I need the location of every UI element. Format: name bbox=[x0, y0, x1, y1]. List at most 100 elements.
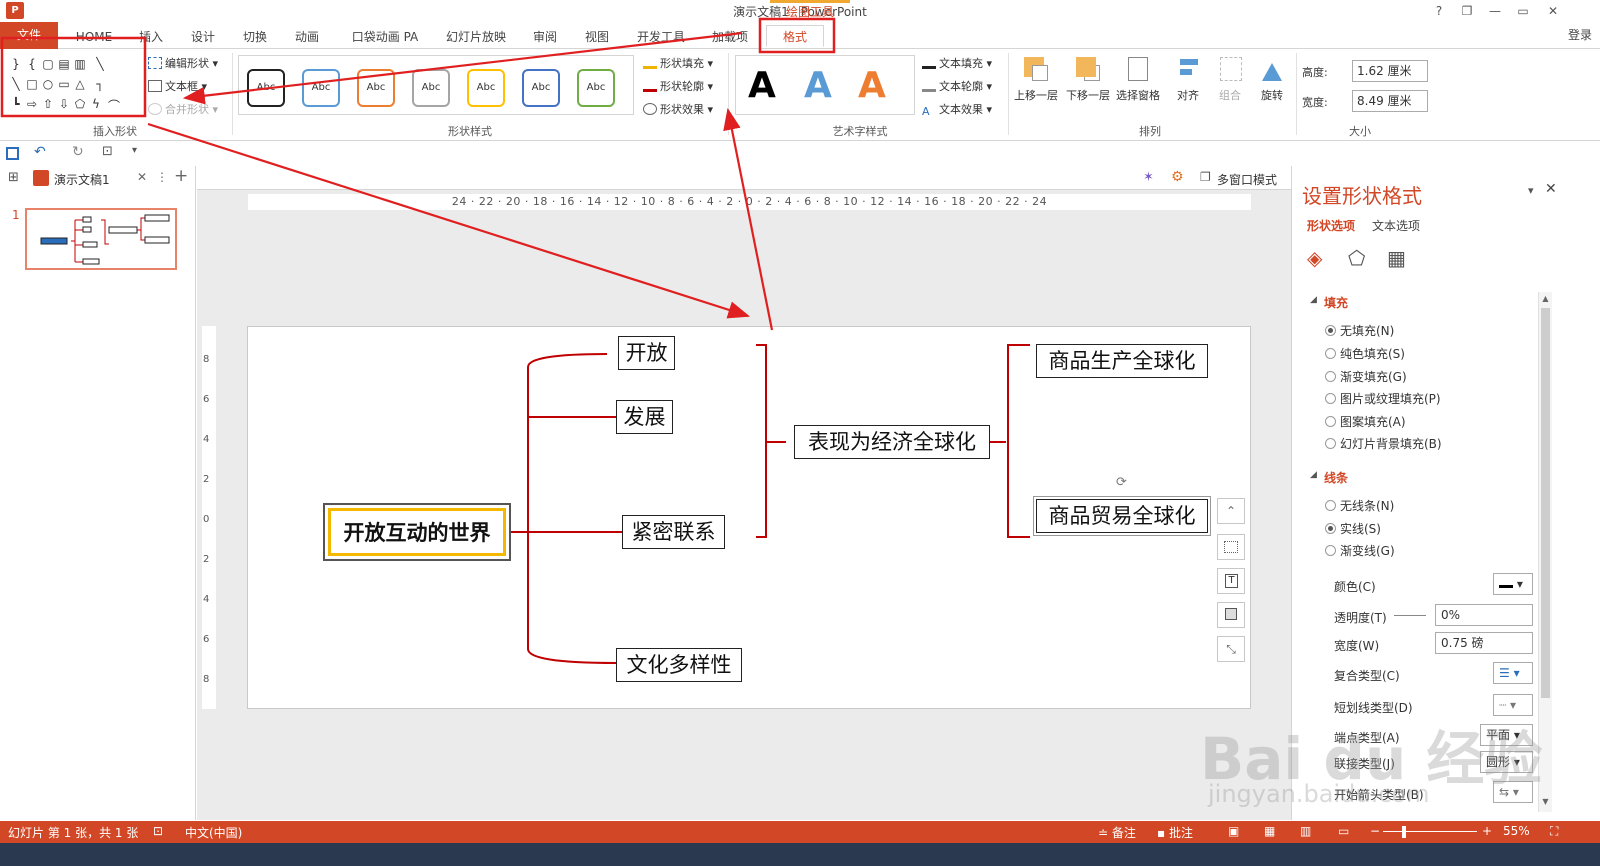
connector-shape-icon[interactable]: ┗ bbox=[8, 97, 24, 111]
line-solid-radio[interactable]: 实线(S) bbox=[1325, 520, 1381, 537]
zoom-slider[interactable] bbox=[1383, 831, 1477, 832]
fill-line-icon[interactable]: ◈ bbox=[1307, 246, 1322, 270]
shape-outline-button[interactable]: 形状轮廓 ▾ bbox=[643, 78, 713, 94]
zoom-out-icon[interactable]: − bbox=[1370, 824, 1380, 838]
redo-icon[interactable]: ↻ bbox=[72, 144, 84, 160]
pane-options-icon[interactable]: ▾ bbox=[1528, 184, 1534, 197]
bracket-shape-icon[interactable]: { bbox=[24, 57, 40, 71]
file-icon[interactable]: ⊞ bbox=[8, 170, 19, 185]
slide-sorter-icon[interactable]: ▦ bbox=[1264, 824, 1275, 838]
tab-insert[interactable]: 插入 bbox=[130, 26, 172, 48]
style-sample-darkblue[interactable]: Abc bbox=[522, 69, 560, 107]
leaf-node-trade-selected[interactable]: 商品贸易全球化 bbox=[1033, 496, 1211, 536]
tab-design[interactable]: 设计 bbox=[182, 26, 224, 48]
tab-shape-options[interactable]: 形状选项 bbox=[1307, 217, 1355, 234]
language-label[interactable]: 中文(中国) bbox=[185, 824, 242, 841]
fit-slide-icon[interactable]: ⛶ bbox=[1550, 824, 1558, 839]
arrow-right-shape-icon[interactable]: ⇨ bbox=[24, 97, 40, 111]
pentagon-shape-icon[interactable]: ⬠ bbox=[72, 97, 88, 111]
spellcheck-icon[interactable]: ⊡ bbox=[153, 824, 163, 838]
text-box-button[interactable]: 文本框 ▾ bbox=[148, 78, 207, 94]
size-properties-icon[interactable]: ▦ bbox=[1387, 246, 1406, 270]
width-input[interactable]: 8.49 厘米 bbox=[1352, 90, 1428, 112]
style-sample-blue[interactable]: Abc bbox=[302, 69, 340, 107]
line-none-radio[interactable]: 无线条(N) bbox=[1325, 497, 1394, 514]
arrow-down-shape-icon[interactable]: ⇩ bbox=[56, 97, 72, 111]
branch-node-diversity[interactable]: 文化多样性 bbox=[616, 648, 742, 682]
freeform-shape-icon[interactable]: ϟ bbox=[88, 97, 104, 111]
undo-icon[interactable]: ↶ bbox=[34, 144, 46, 160]
tab-developer[interactable]: 开发工具 bbox=[630, 26, 692, 48]
tab-format[interactable]: 格式 bbox=[766, 25, 824, 47]
leaf-node-production[interactable]: 商品生产全球化 bbox=[1036, 344, 1208, 378]
scroll-up-icon[interactable]: ▲ bbox=[1540, 294, 1551, 304]
rectangle-shape-icon[interactable]: □ bbox=[24, 77, 40, 91]
fill-none-radio[interactable]: 无填充(N) bbox=[1325, 322, 1394, 339]
textbox-shape-icon[interactable]: ▤ bbox=[56, 57, 72, 71]
rotate-button[interactable]: 旋转 bbox=[1248, 55, 1296, 103]
line-collapse-icon[interactable]: ◢ bbox=[1310, 470, 1317, 480]
text-outline-button[interactable]: 文本轮廓 ▾ bbox=[922, 78, 992, 94]
elbow-shape-icon[interactable]: ┐ bbox=[92, 77, 108, 91]
reading-view-icon[interactable]: ▥ bbox=[1300, 824, 1311, 838]
send-backward-button[interactable]: 下移一层 bbox=[1064, 55, 1112, 103]
tab-slideshow[interactable]: 幻灯片放映 bbox=[438, 26, 514, 48]
align-button[interactable]: 对齐 bbox=[1164, 55, 1212, 103]
edit-shape-button[interactable]: 编辑形状 ▾ bbox=[148, 55, 218, 71]
vtextbox-shape-icon[interactable]: ▥ bbox=[72, 57, 88, 71]
comments-button[interactable]: ▪ 批注 bbox=[1157, 824, 1193, 841]
height-input[interactable]: 1.62 厘米 bbox=[1352, 60, 1428, 82]
shape-fill-button[interactable]: 形状填充 ▾ bbox=[643, 55, 713, 71]
rotate-handle-icon[interactable]: ⟳ bbox=[1116, 475, 1127, 490]
slideshow-start-icon[interactable]: ⊡ bbox=[102, 144, 113, 159]
shape-arrange-icon[interactable] bbox=[1217, 602, 1245, 628]
line-section-title[interactable]: 线条 bbox=[1324, 469, 1348, 486]
help-icon[interactable]: ? bbox=[1428, 2, 1450, 20]
shape-effects-button[interactable]: 形状效果 ▾ bbox=[643, 101, 713, 117]
layout-options-icon[interactable] bbox=[1217, 534, 1245, 560]
tab-view[interactable]: 视图 bbox=[576, 26, 618, 48]
style-sample-black[interactable]: Abc bbox=[247, 69, 285, 107]
middle-node[interactable]: 表现为经济全球化 bbox=[794, 425, 990, 459]
save-icon[interactable] bbox=[6, 147, 19, 160]
fill-slide-bg-radio[interactable]: 幻灯片背景填充(B) bbox=[1325, 435, 1442, 452]
line-color-picker[interactable]: ▾ bbox=[1493, 573, 1533, 595]
customize-qat-icon[interactable]: ▾ bbox=[132, 145, 137, 156]
fill-collapse-icon[interactable]: ◢ bbox=[1310, 295, 1317, 305]
slide-canvas[interactable]: 开放互动的世界 开放 发展 紧密联系 文化多样性 表现为经济全球化 商品生产全球… bbox=[247, 326, 1251, 709]
brace-shape-icon[interactable]: } bbox=[8, 57, 24, 71]
scroll-thumb[interactable] bbox=[1541, 308, 1550, 698]
tab-transitions[interactable]: 切换 bbox=[234, 26, 276, 48]
tab-file[interactable]: 文件 bbox=[0, 22, 58, 49]
zoom-level[interactable]: 55% bbox=[1503, 824, 1530, 838]
root-node[interactable]: 开放互动的世界 bbox=[323, 503, 511, 561]
slideshow-view-icon[interactable]: ▭ bbox=[1338, 824, 1349, 838]
style-sample-green[interactable]: Abc bbox=[577, 69, 615, 107]
rect-shape-icon[interactable]: ▢ bbox=[40, 57, 56, 71]
compound-type-dropdown[interactable]: ☰ ▾ bbox=[1493, 662, 1533, 684]
branch-node-connection[interactable]: 紧密联系 bbox=[622, 515, 725, 549]
wordart-orange[interactable]: A bbox=[858, 66, 886, 106]
fill-pattern-radio[interactable]: 图案填充(A) bbox=[1325, 413, 1406, 430]
wordart-black[interactable]: A bbox=[748, 66, 776, 106]
zoom-slider-thumb[interactable] bbox=[1402, 826, 1406, 838]
shape-gallery[interactable]: } { ▢ ▤ ▥ ╲ ╲ □ ○ ▭ △ ┐ ┗ ⇨ ⇧ ⇩ ⬠ ϟ ⌒ bbox=[8, 55, 128, 115]
new-tab-icon[interactable]: + bbox=[174, 166, 188, 186]
selection-pane-button[interactable]: 选择窗格 bbox=[1114, 55, 1162, 103]
transparency-slider[interactable] bbox=[1394, 615, 1426, 616]
tab-animations[interactable]: 动画 bbox=[286, 26, 328, 48]
text-insert-icon[interactable]: T bbox=[1217, 568, 1245, 594]
transparency-input[interactable]: 0% bbox=[1435, 604, 1533, 626]
normal-view-icon[interactable]: ▣ bbox=[1228, 824, 1239, 838]
bring-forward-button[interactable]: 上移一层 bbox=[1012, 55, 1060, 103]
doc-tab-label[interactable]: 演示文稿1 bbox=[54, 171, 110, 188]
fill-section-title[interactable]: 填充 bbox=[1324, 294, 1348, 311]
text-fill-button[interactable]: 文本填充 ▾ bbox=[922, 55, 992, 71]
doc-tab-menu-icon[interactable]: ⋮ bbox=[156, 170, 168, 184]
oval-shape-icon[interactable]: ○ bbox=[40, 77, 56, 91]
pane-close-icon[interactable]: ✕ bbox=[1545, 181, 1557, 197]
triangle-shape-icon[interactable]: △ bbox=[72, 77, 88, 91]
rounded-rect-shape-icon[interactable]: ▭ bbox=[56, 77, 72, 91]
style-sample-gray[interactable]: Abc bbox=[412, 69, 450, 107]
branch-node-open[interactable]: 开放 bbox=[618, 336, 675, 370]
